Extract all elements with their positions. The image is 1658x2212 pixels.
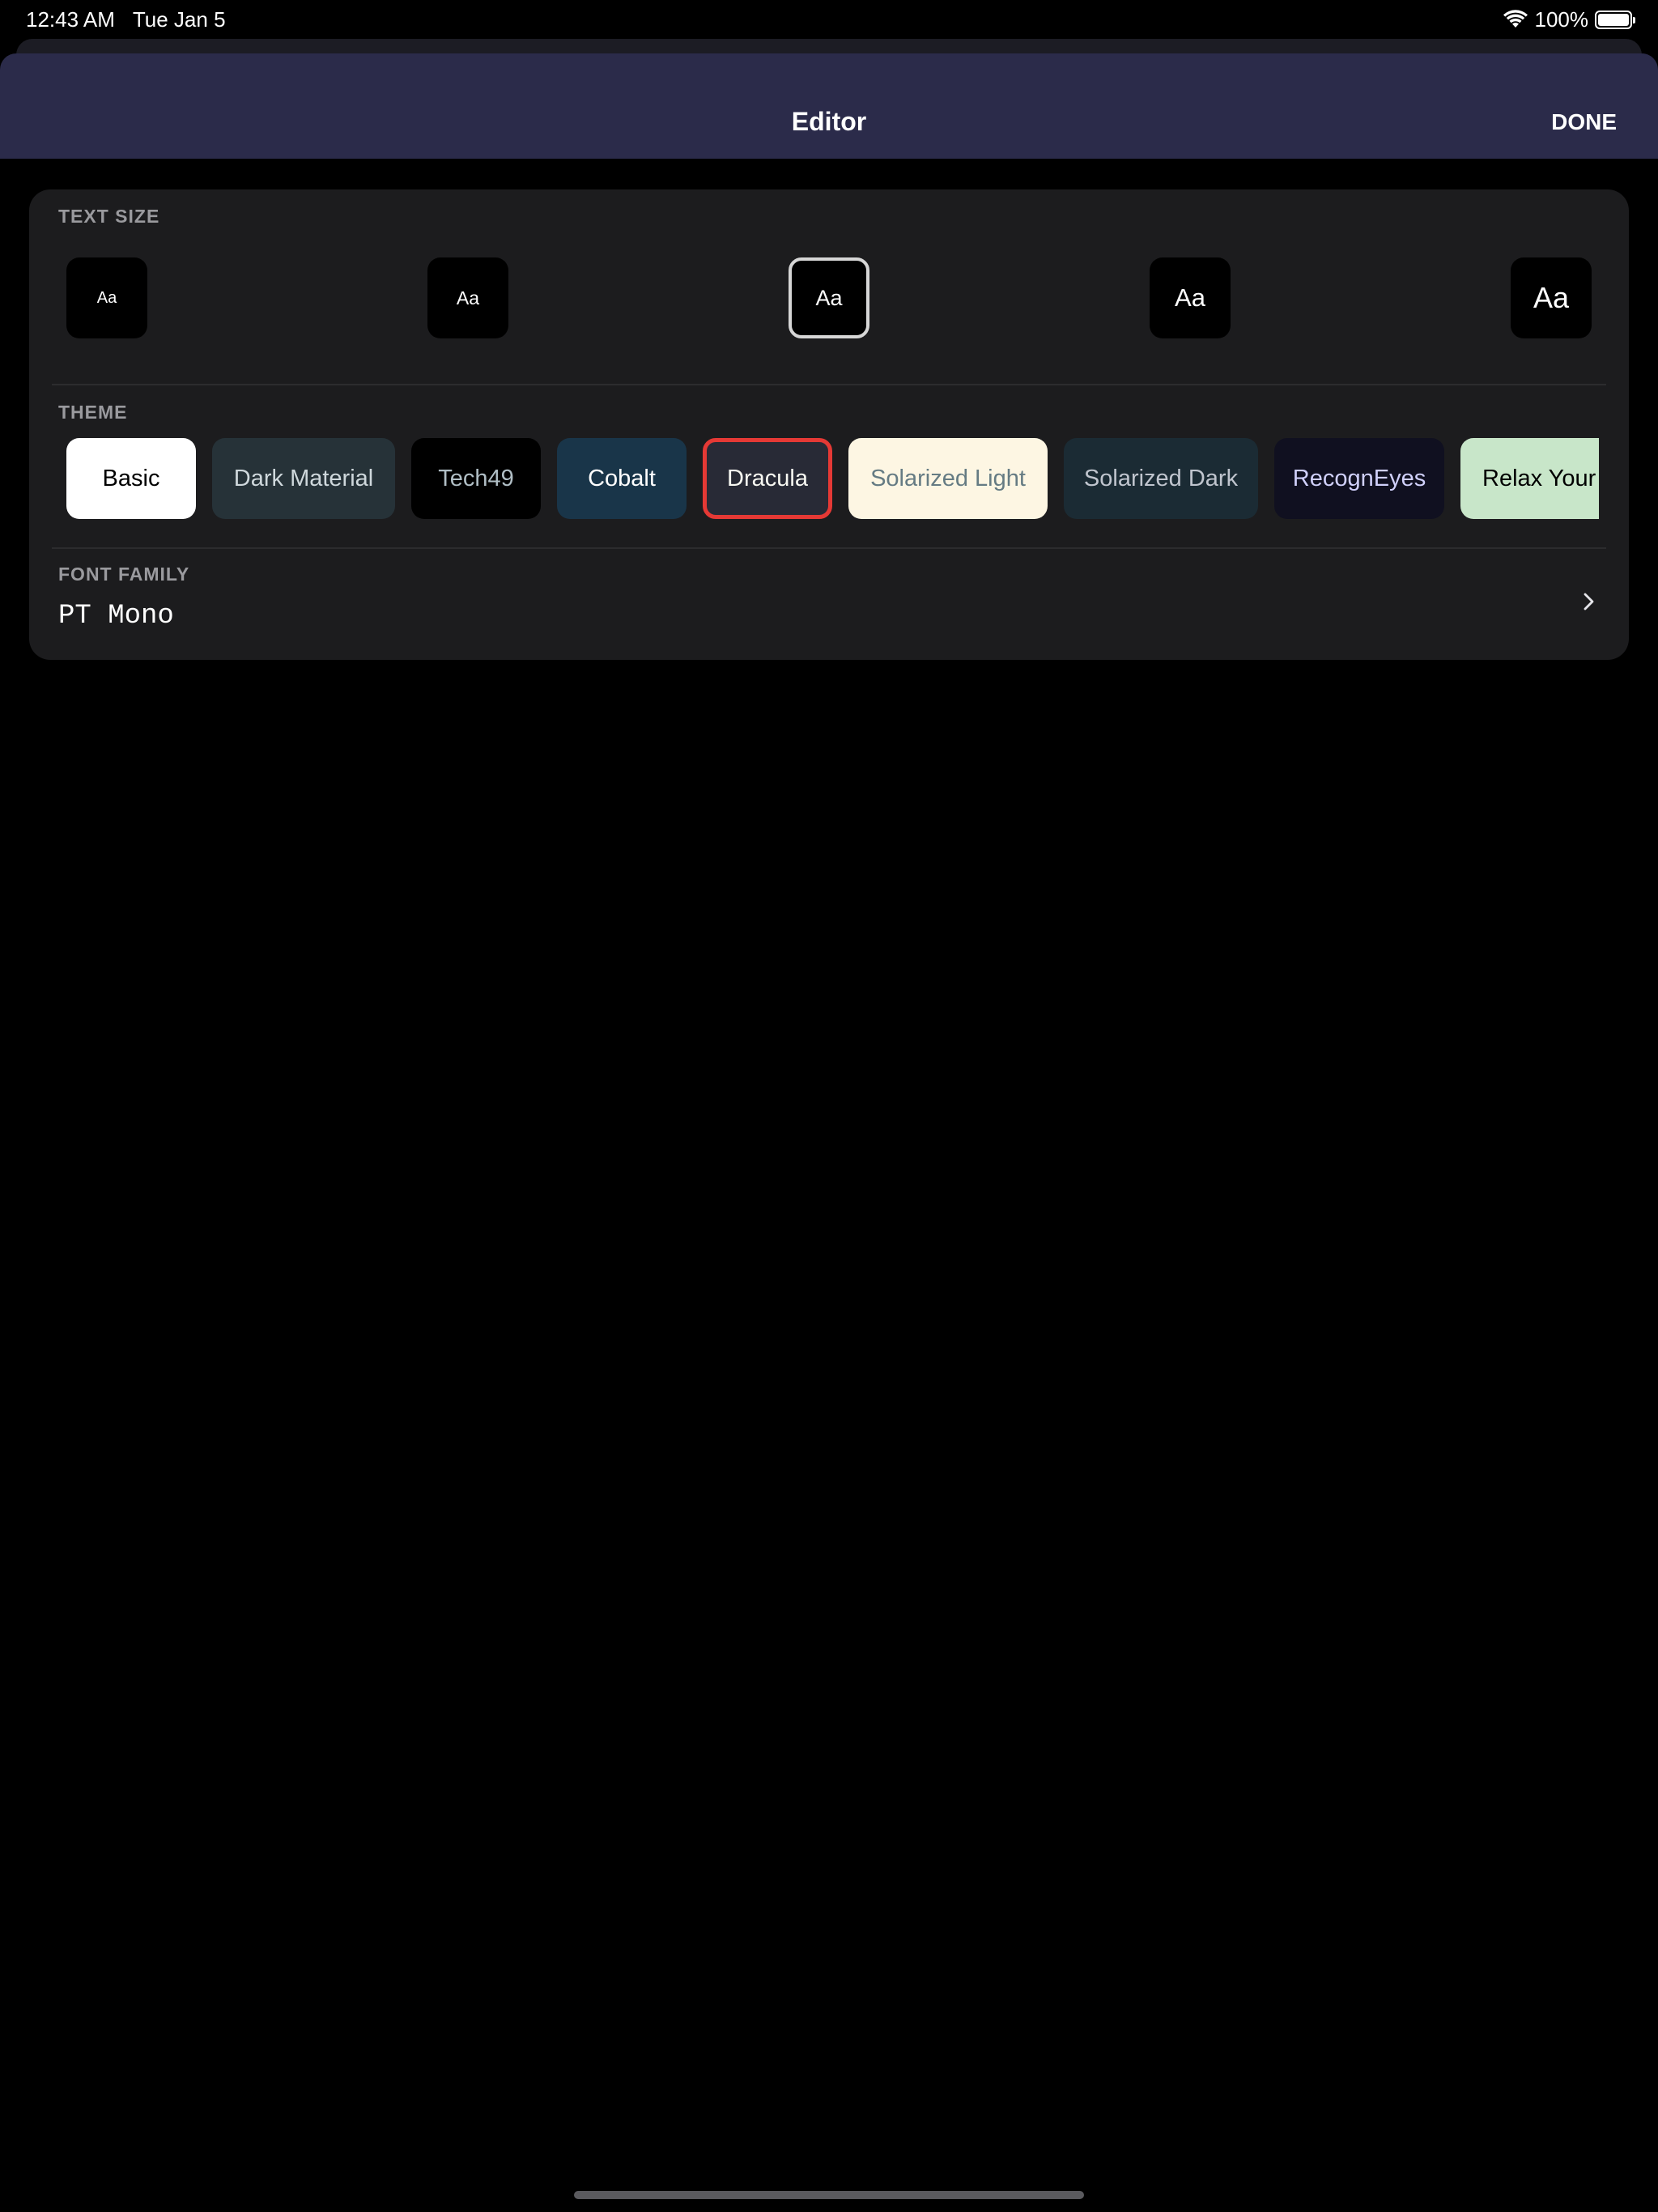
chevron-right-icon — [1584, 593, 1594, 610]
text-size-option-label: Aa — [96, 288, 117, 307]
font-family-value: PT Mono — [58, 601, 174, 632]
theme-option-label: Dracula — [727, 465, 808, 491]
home-indicator[interactable] — [574, 2191, 1084, 2199]
wifi-icon — [1503, 10, 1528, 28]
theme-option-recogneyes[interactable]: RecognEyes — [1274, 438, 1444, 519]
battery-percent: 100% — [1534, 6, 1589, 32]
theme-option-label: Tech49 — [438, 465, 514, 491]
text-size-option-1[interactable]: Aa — [66, 257, 147, 338]
text-size-option-label: Aa — [815, 285, 843, 310]
theme-option-solarized-light[interactable]: Solarized Light — [848, 438, 1048, 519]
theme-option-label: Solarized Light — [870, 465, 1026, 491]
theme-option-label: Dark Material — [233, 465, 374, 491]
text-size-option-2[interactable]: Aa — [427, 257, 508, 338]
divider — [52, 384, 1606, 385]
done-button[interactable]: DONE — [1546, 108, 1622, 136]
theme-option-tech49[interactable]: Tech49 — [411, 438, 541, 519]
status-time: 12:43 AM — [26, 6, 115, 32]
font-family-row[interactable] — [29, 546, 1629, 660]
status-bar: 12:43 AM Tue Jan 5 100% — [0, 0, 1658, 39]
text-size-option-label: Aa — [1175, 283, 1205, 312]
theme-option-label: Cobalt — [588, 465, 656, 491]
theme-option-solarized-dark[interactable]: Solarized Dark — [1064, 438, 1258, 519]
text-size-option-4[interactable]: Aa — [1150, 257, 1231, 338]
theme-option-label: Basic — [102, 465, 160, 491]
editor-settings-card: TEXT SIZE Aa Aa Aa Aa Aa THEME Basic Dar… — [29, 189, 1629, 660]
font-family-label: FONT FAMILY — [58, 564, 190, 585]
theme-picker[interactable]: Basic Dark Material Tech49 Cobalt Dracul… — [66, 438, 1599, 519]
text-size-option-5[interactable]: Aa — [1511, 257, 1592, 338]
theme-option-dark-material[interactable]: Dark Material — [212, 438, 395, 519]
text-size-label: TEXT SIZE — [58, 206, 160, 227]
status-left: 12:43 AM Tue Jan 5 — [26, 7, 226, 32]
status-date: Tue Jan 5 — [132, 6, 226, 32]
theme-option-label: Relax Your Eyes — [1482, 465, 1599, 491]
theme-option-basic[interactable]: Basic — [66, 438, 196, 519]
theme-option-dracula[interactable]: Dracula — [703, 438, 832, 519]
theme-option-cobalt[interactable]: Cobalt — [557, 438, 687, 519]
text-size-option-3[interactable]: Aa — [789, 257, 869, 338]
theme-option-label: Solarized Dark — [1083, 465, 1239, 491]
battery-cap — [1633, 16, 1635, 23]
theme-option-label: RecognEyes — [1292, 465, 1426, 491]
battery-fill — [1598, 13, 1629, 26]
theme-option-relax-your-eyes[interactable]: Relax Your Eyes — [1460, 438, 1599, 519]
text-size-option-label: Aa — [456, 287, 480, 308]
page-title: Editor — [791, 107, 867, 136]
nav-header: Editor DONE — [0, 53, 1658, 159]
status-right: 100% — [1503, 6, 1635, 32]
battery-icon — [1595, 10, 1635, 29]
text-size-option-label: Aa — [1533, 281, 1570, 314]
theme-label: THEME — [58, 402, 128, 423]
